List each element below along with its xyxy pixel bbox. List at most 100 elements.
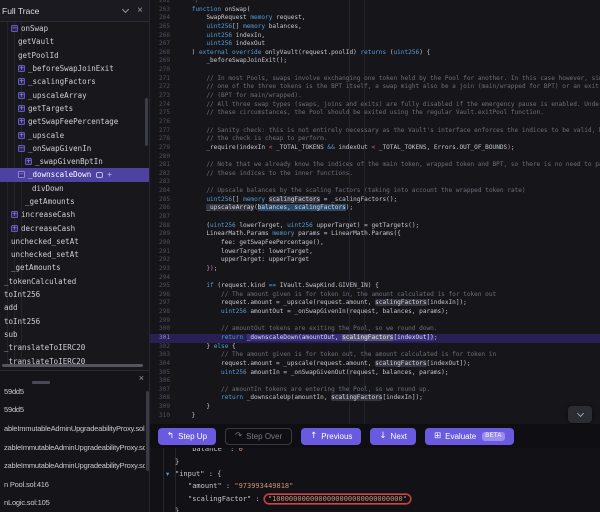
line-number[interactable]: 290 — [150, 239, 177, 248]
line-number[interactable]: 293 — [150, 265, 177, 274]
expand-plus-icon[interactable]: + — [11, 225, 18, 232]
line-number[interactable]: 296 — [150, 291, 177, 300]
line-number[interactable]: 291 — [150, 248, 177, 257]
line-number[interactable]: 274 — [150, 101, 177, 110]
line-number[interactable]: 281 — [150, 161, 177, 170]
expand-plus-icon[interactable]: + — [18, 65, 25, 72]
line-number[interactable]: 300 — [150, 325, 177, 334]
trace-item-unchecked_setAt[interactable]: unchecked_setAt — [0, 248, 149, 261]
line-number[interactable]: 307 — [150, 386, 177, 395]
line-number[interactable]: 263 — [150, 6, 177, 15]
line-number[interactable]: 267 — [150, 40, 177, 49]
toolbar-button-step-over[interactable]: ↷Step Over — [225, 428, 292, 445]
expand-plus-icon[interactable]: + — [18, 132, 25, 139]
stack-frame[interactable]: 59dd5 — [0, 401, 145, 420]
scroll-to-bottom-button[interactable] — [568, 406, 592, 423]
line-number[interactable]: 272 — [150, 83, 177, 92]
line-number[interactable]: 266 — [150, 32, 177, 41]
trace-item-unchecked_setAt[interactable]: unchecked_setAt — [0, 235, 149, 248]
line-number[interactable]: 303 — [150, 351, 177, 360]
line-number[interactable]: 302 — [150, 343, 177, 352]
expand-plus-icon[interactable]: + — [18, 78, 25, 85]
line-number[interactable]: 298 — [150, 308, 177, 317]
line-number[interactable]: 294 — [150, 274, 177, 283]
trace-item-decreaseCash[interactable]: +decreaseCash — [0, 221, 149, 234]
trace-item-sub[interactable]: sub — [0, 328, 149, 341]
line-number[interactable]: 301 — [150, 334, 177, 343]
line-number[interactable]: 295 — [150, 282, 177, 291]
chevron-down-icon[interactable] — [122, 6, 129, 13]
toolbar-button-step-up[interactable]: ↰Step Up — [158, 428, 216, 445]
trace-item-getVault[interactable]: getVault — [0, 35, 149, 48]
trace-item-increaseCash[interactable]: +increaseCash — [0, 208, 149, 221]
stack-frame[interactable]: nLogic.sol:105 — [0, 494, 145, 512]
toolbar-button-next[interactable]: ↓Next — [370, 428, 416, 445]
line-number[interactable]: 280 — [150, 153, 177, 162]
line-number[interactable]: 275 — [150, 109, 177, 118]
trace-item-onSwap[interactable]: −onSwap — [0, 22, 149, 35]
expander-triangle-icon[interactable]: ▾ — [166, 470, 175, 478]
trace-item-_getAmounts[interactable]: _getAmounts — [0, 195, 149, 208]
add-annotation-icon[interactable]: + — [107, 172, 112, 178]
stack-frame[interactable]: 59dd5 — [0, 382, 145, 401]
trace-item-_translateToIERC20[interactable]: _translateToIERC20 — [0, 354, 149, 364]
expand-plus-icon[interactable]: + — [18, 105, 25, 112]
line-number[interactable]: 306 — [150, 377, 177, 386]
line-number[interactable]: 271 — [150, 75, 177, 84]
expand-plus-icon[interactable]: + — [11, 211, 18, 218]
line-number[interactable]: 279 — [150, 144, 177, 153]
line-number[interactable]: 297 — [150, 299, 177, 308]
line-number[interactable]: 287 — [150, 213, 177, 222]
line-number[interactable]: 276 — [150, 118, 177, 127]
trace-item-_translateToIERC20[interactable]: _translateToIERC20 — [0, 341, 149, 354]
trace-item-getTargets[interactable]: +getTargets — [0, 102, 149, 115]
trace-tree-hscrollbar[interactable] — [2, 364, 143, 367]
line-number[interactable]: 305 — [150, 369, 177, 378]
line-number[interactable]: 289 — [150, 230, 177, 239]
trace-item-toInt256[interactable]: toInt256 — [0, 288, 149, 301]
line-number[interactable]: 270 — [150, 66, 177, 75]
close-icon[interactable]: × — [137, 6, 143, 16]
trace-item-_getAmounts[interactable]: _getAmounts — [0, 261, 149, 274]
line-number[interactable]: 284 — [150, 187, 177, 196]
line-number[interactable]: 310 — [150, 412, 177, 421]
line-number[interactable]: 278 — [150, 135, 177, 144]
line-number[interactable]: 292 — [150, 256, 177, 265]
line-number[interactable]: 282 — [150, 170, 177, 179]
stack-frame[interactable]: zableImmutableAdminUpgradeabilityProxy.s… — [0, 456, 145, 475]
stack-frame[interactable]: zableImmutableAdminUpgradeabilityProxy.s… — [0, 438, 145, 457]
toolbar-button-previous[interactable]: ↑Previous — [301, 428, 361, 445]
trace-item-_downscaleDown[interactable]: −_downscaleDown+ — [0, 168, 149, 181]
trace-item-_tokenCalculated[interactable]: _tokenCalculated — [0, 275, 149, 288]
line-number[interactable]: 265 — [150, 23, 177, 32]
comment-bubble-icon[interactable] — [96, 172, 103, 178]
trace-item-divDown[interactable]: divDown — [0, 182, 149, 195]
trace-tree-scrollbar[interactable] — [145, 98, 148, 146]
line-number[interactable]: 288 — [150, 222, 177, 231]
trace-item-_upscale[interactable]: +_upscale — [0, 128, 149, 141]
expand-plus-icon[interactable]: + — [18, 118, 25, 125]
trace-item-_swapGivenBptIn[interactable]: +_swapGivenBptIn — [0, 155, 149, 168]
stack-panel-scrollbar[interactable] — [146, 391, 149, 471]
trace-item-_onSwapGivenIn[interactable]: −_onSwapGivenIn — [0, 142, 149, 155]
line-number[interactable]: 273 — [150, 92, 177, 101]
line-number[interactable]: 269 — [150, 57, 177, 66]
stack-frame[interactable]: ableImmutableAdminUpgradeabilityProxy.so… — [0, 419, 145, 438]
trace-item-toInt256[interactable]: toInt256 — [0, 315, 149, 328]
trace-item-getPoolId[interactable]: getPoolId — [0, 49, 149, 62]
line-number[interactable]: 308 — [150, 394, 177, 403]
trace-item-_scalingFactors[interactable]: +_scalingFactors — [0, 75, 149, 88]
line-number[interactable]: 285 — [150, 196, 177, 205]
line-number[interactable]: 283 — [150, 178, 177, 187]
stack-frame[interactable]: n Pool.sol:416 — [0, 475, 145, 494]
collapse-minus-icon[interactable]: − — [11, 25, 18, 32]
trace-item-getSwapFeePercentage[interactable]: +getSwapFeePercentage — [0, 115, 149, 128]
line-number[interactable]: 277 — [150, 127, 177, 136]
line-number[interactable]: 304 — [150, 360, 177, 369]
line-number[interactable]: 309 — [150, 403, 177, 412]
expand-plus-icon[interactable]: + — [18, 92, 25, 99]
trace-item-_beforeSwapJoinExit[interactable]: +_beforeSwapJoinExit — [0, 62, 149, 75]
collapse-minus-icon[interactable]: − — [18, 145, 25, 152]
line-number[interactable]: 299 — [150, 317, 177, 326]
trace-item-add[interactable]: add — [0, 301, 149, 314]
